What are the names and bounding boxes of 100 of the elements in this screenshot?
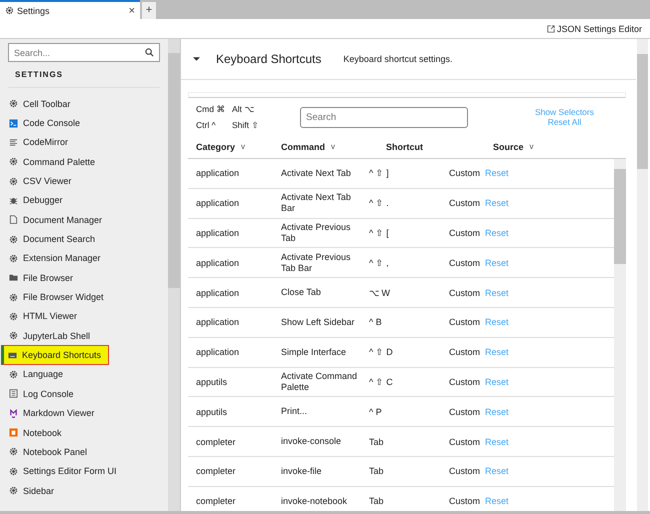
close-button[interactable]: × <box>128 4 135 16</box>
table-cell: Custom <box>449 406 480 417</box>
table-cell: Activate Next Tab <box>281 168 351 178</box>
scrollbar[interactable] <box>168 39 180 511</box>
shortcut-keys: Tab <box>369 436 384 447</box>
table-cell: Custom <box>449 376 480 387</box>
json-editor-link[interactable]: JSON Settings Editor <box>546 24 642 34</box>
sort-icon[interactable]: v <box>241 142 246 152</box>
shortcut-keys: ^ ⇧ D <box>369 347 393 358</box>
sidebar-item[interactable]: Settings Editor Form UI <box>1 462 160 481</box>
shortcut-keys: ⌥ W <box>369 288 390 298</box>
table-cell: Custom <box>449 228 480 238</box>
folder-icon <box>9 273 18 282</box>
sidebar-item[interactable]: Language <box>1 364 160 384</box>
modifier-key-label: Ctrl ^ <box>196 120 217 130</box>
table-cell: Custom <box>449 198 480 208</box>
shortcut-keys: ^ B <box>369 317 382 328</box>
table-cell: Custom <box>449 466 480 476</box>
new-tab-button[interactable]: + <box>142 2 156 19</box>
table-cell: Activate Previous Tab <box>281 222 351 243</box>
sidebar-item[interactable]: Code Console <box>1 113 160 133</box>
table-cell: application <box>196 317 240 328</box>
table-cell: application <box>196 228 240 238</box>
table-cell: completer <box>196 496 236 506</box>
table-cell: apputils <box>196 376 228 387</box>
sidebar-item[interactable]: Document Search <box>1 229 160 249</box>
sidebar-item[interactable]: Keyboard Shortcuts <box>1 345 109 365</box>
table-cell: Activate Previous Tab Bar <box>281 252 351 273</box>
markdown-icon <box>9 408 18 418</box>
sidebar-item[interactable]: Document Manager <box>1 210 160 230</box>
search-icon <box>145 48 154 57</box>
table-cell: Simple Interface <box>281 346 346 357</box>
sidebar-item[interactable]: CSV Viewer <box>1 171 160 191</box>
gear-icon <box>9 157 18 166</box>
document-icon <box>9 215 18 224</box>
sidebar-item[interactable]: Extension Manager <box>1 248 160 268</box>
text-lines-icon <box>9 138 18 147</box>
table-cell: Custom <box>449 258 480 268</box>
gear-icon <box>9 466 18 476</box>
external-link-icon <box>546 24 555 32</box>
modifier-key-label: Shift ⇧ <box>232 120 260 130</box>
sidebar-item[interactable]: JupyterLab Shell <box>1 326 160 346</box>
table-cell: invoke-notebook <box>281 496 348 506</box>
table-cell: Custom <box>449 317 480 328</box>
sidebar-item[interactable]: File Browser <box>1 268 160 288</box>
sidebar-heading: SETTINGS <box>8 62 160 88</box>
sidebar-item[interactable]: Markdown Viewer <box>1 404 160 423</box>
section-title: Keyboard Shortcuts <box>216 52 322 66</box>
table-cell: application <box>196 288 240 298</box>
gear-icon <box>9 370 18 379</box>
collapse-caret-icon[interactable] <box>193 56 200 62</box>
column-header[interactable]: Shortcut <box>386 142 423 152</box>
sort-icon[interactable]: v <box>331 142 336 152</box>
search-field[interactable]: Search <box>300 106 468 128</box>
table-cell: Print... <box>281 406 308 416</box>
shortcut-keys: ^ ⇧ ] <box>369 168 389 178</box>
table-cell: completer <box>196 466 236 476</box>
table-cell: completer <box>196 436 236 447</box>
section-description: Keyboard shortcut settings. <box>343 54 452 64</box>
table-cell: Custom <box>449 347 480 358</box>
table-cell: Show Left Sidebar <box>281 316 355 327</box>
shortcut-keys: ^ ⇧ . <box>369 198 389 208</box>
table-cell: application <box>196 347 240 358</box>
log-icon <box>9 389 18 398</box>
shortcut-keys: ^ ⇧ [ <box>369 228 389 238</box>
scrollbar[interactable] <box>614 159 626 511</box>
sidebar-item[interactable]: HTML Viewer <box>1 306 160 326</box>
modifier-key-label: Cmd ⌘ <box>196 104 226 114</box>
console-icon <box>9 118 18 128</box>
gear-icon <box>5 6 14 15</box>
table-cell: application <box>196 168 240 178</box>
column-header[interactable]: Category <box>196 142 236 152</box>
table-cell: Activate Command Palette <box>281 371 358 392</box>
table-cell: Activate Next Tab Bar <box>281 192 351 214</box>
gear-icon <box>9 331 18 340</box>
sidebar-item[interactable]: Notebook <box>1 422 160 442</box>
table-cell: Custom <box>449 288 480 298</box>
gear-icon <box>9 176 18 186</box>
sidebar-item[interactable]: File Browser Widget <box>1 287 160 307</box>
sidebar-item[interactable]: Sidebar <box>1 480 160 500</box>
sidebar-item[interactable]: CodeMirror <box>1 132 160 152</box>
tab-title: Settings <box>17 6 51 16</box>
modifier-key-label: Alt ⌥ <box>232 104 256 114</box>
notebook-icon <box>9 428 18 438</box>
column-header[interactable]: Command <box>281 142 326 152</box>
sidebar-item[interactable]: Command Palette <box>1 152 160 172</box>
table-cell: invoke-file <box>281 466 322 476</box>
sidebar-item[interactable]: Debugger <box>1 190 160 210</box>
settings-tab[interactable]: Settings × <box>0 0 140 19</box>
shortcut-keys: Tab <box>369 466 384 476</box>
sort-icon[interactable]: v <box>530 142 534 152</box>
scrollbar[interactable] <box>637 39 648 511</box>
table-cell: Custom <box>449 436 480 447</box>
keyboard-icon <box>8 350 17 360</box>
sidebar-item[interactable]: Cell Toolbar <box>1 94 160 114</box>
sidebar-item[interactable]: Log Console <box>1 384 160 404</box>
gear-icon <box>9 99 18 108</box>
column-header[interactable]: Source <box>493 142 524 152</box>
sidebar-item[interactable]: Notebook Panel <box>1 442 160 462</box>
search-field[interactable]: Search... <box>8 43 160 62</box>
